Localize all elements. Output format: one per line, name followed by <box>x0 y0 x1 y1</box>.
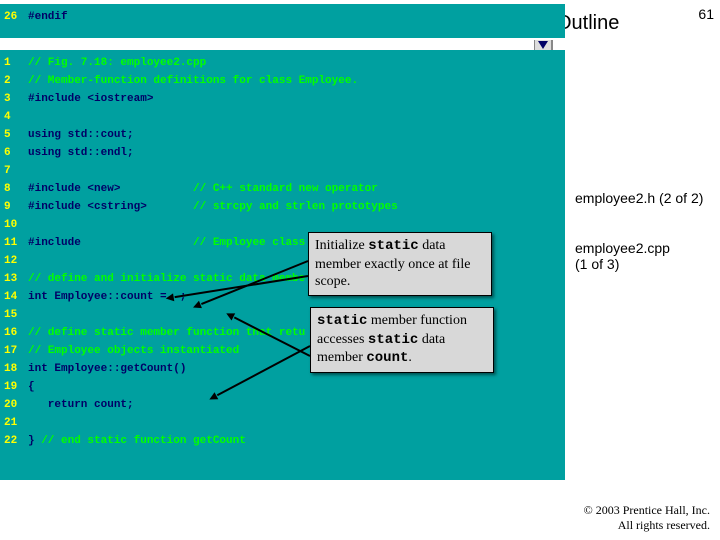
line-number: 26 <box>4 8 28 26</box>
line-number: 4 <box>4 108 28 126</box>
code-text: using std::endl; <box>28 144 134 162</box>
line-number: 17 <box>4 342 28 360</box>
code-line: 9#include <cstring> // strcpy and strlen… <box>4 198 561 216</box>
line-number: 18 <box>4 360 28 378</box>
outline-title: Outline <box>556 12 619 35</box>
line-number: 21 <box>4 414 28 432</box>
code-preamble: 26 #endif <box>0 4 565 40</box>
code-text: // end static function getCount <box>41 432 246 450</box>
callout-mono: static <box>368 238 418 254</box>
code-text: } <box>28 432 41 450</box>
code-text: #endif <box>28 8 68 26</box>
line-number: 10 <box>4 216 28 234</box>
code-text: <iostream> <box>87 90 153 108</box>
code-line: 3#include <iostream> <box>4 90 561 108</box>
callout-text: . <box>408 350 412 365</box>
line-number: 22 <box>4 432 28 450</box>
code-text: int Employee::getCount() <box>28 360 186 378</box>
file-label-2-part: (1 of 3) <box>575 256 619 272</box>
file-label-2: employee2.cpp (1 of 3) <box>575 240 670 272</box>
code-text: // strcpy and strlen prototypes <box>193 198 398 216</box>
line-number: 13 <box>4 270 28 288</box>
code-line: 1// Fig. 7.18: employee2.cpp <box>4 54 561 72</box>
code-text: #include <box>28 90 87 108</box>
line-number: 2 <box>4 72 28 90</box>
code-line: 26 #endif <box>4 8 561 26</box>
line-number: 8 <box>4 180 28 198</box>
line-number: 11 <box>4 234 28 252</box>
line-number: 14 <box>4 288 28 306</box>
code-text: int Employee::count = ; <box>28 288 186 306</box>
code-text: // Employee class <box>193 234 312 252</box>
code-text: // C++ standard new operator <box>193 180 378 198</box>
line-number: 19 <box>4 378 28 396</box>
code-text: // Fig. 7.18: employee2.cpp <box>28 54 206 72</box>
outline-block: Outline <box>556 12 696 35</box>
code-text: { <box>28 378 35 396</box>
triangle-down-icon <box>538 41 548 49</box>
callout-text: Initialize <box>315 238 368 253</box>
code-text: #include <new> <box>28 180 193 198</box>
code-line: 5using std::cout; <box>4 126 561 144</box>
line-number: 3 <box>4 90 28 108</box>
code-text: using std::cout; <box>28 126 134 144</box>
callout-mono: count <box>366 350 408 366</box>
callout-static-fn: static member function accesses static d… <box>310 307 494 373</box>
line-number: 12 <box>4 252 28 270</box>
line-number: 16 <box>4 324 28 342</box>
code-text: #include <box>28 234 193 252</box>
copyright-line2: All rights reserved. <box>618 518 710 532</box>
line-number: 7 <box>4 162 28 180</box>
code-line: 22} // end static function getCount <box>4 432 561 450</box>
code-line: 21 <box>4 414 561 432</box>
code-text: #include <cstring> <box>28 198 193 216</box>
file-label-1: employee2.h (2 of 2) <box>575 190 703 206</box>
code-text: // Member-function definitions for class… <box>28 72 358 90</box>
code-line: 8#include <new> // C++ standard new oper… <box>4 180 561 198</box>
code-line: 6using std::endl; <box>4 144 561 162</box>
line-number: 5 <box>4 126 28 144</box>
line-number: 15 <box>4 306 28 324</box>
file-label-2-name: employee2.cpp <box>575 240 670 256</box>
line-number: 6 <box>4 144 28 162</box>
copyright-line1: © 2003 Prentice Hall, Inc. <box>584 503 710 517</box>
code-text: return count; <box>28 396 134 414</box>
line-number: 9 <box>4 198 28 216</box>
slide: 61 Outline 26 #endif 1// Fig. 7.18: empl… <box>0 0 720 540</box>
code-line: 2// Member-function definitions for clas… <box>4 72 561 90</box>
callout-mono: static <box>368 332 418 348</box>
code-line: 20 return count; <box>4 396 561 414</box>
callout-mono: static <box>317 313 367 329</box>
code-line: 19{ <box>4 378 561 396</box>
line-number: 20 <box>4 396 28 414</box>
line-number: 1 <box>4 54 28 72</box>
page-number: 61 <box>698 6 714 22</box>
code-text: // Employee objects instantiated <box>28 342 239 360</box>
code-line: 4 <box>4 108 561 126</box>
code-line: 7 <box>4 162 561 180</box>
callout-init-static: Initialize static data member exactly on… <box>308 232 492 296</box>
copyright: © 2003 Prentice Hall, Inc. All rights re… <box>584 503 710 532</box>
